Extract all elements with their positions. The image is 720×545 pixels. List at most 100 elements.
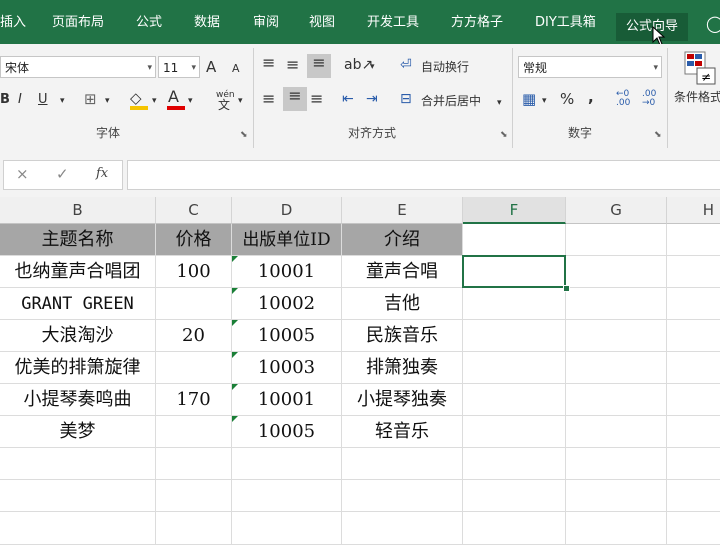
table-cell[interactable]: 美梦 (0, 416, 156, 448)
fill-color-icon[interactable]: ◇ (130, 89, 142, 107)
empty-cell[interactable] (667, 480, 720, 512)
empty-cell[interactable] (566, 224, 667, 256)
table-cell[interactable]: 轻音乐 (342, 416, 463, 448)
empty-cell[interactable] (463, 352, 566, 384)
confirm-icon[interactable]: ✓ (56, 165, 69, 183)
empty-cell[interactable] (463, 448, 566, 480)
empty-cell[interactable] (566, 384, 667, 416)
empty-cell[interactable] (463, 480, 566, 512)
shrink-font-button[interactable]: A (232, 60, 240, 78)
empty-cell[interactable] (566, 320, 667, 352)
tab-fangfang[interactable]: 方方格子 (451, 11, 503, 35)
table-cell[interactable]: 170 (156, 384, 232, 416)
empty-cell[interactable] (566, 448, 667, 480)
fill-handle[interactable] (563, 285, 570, 292)
empty-cell[interactable] (667, 448, 720, 480)
italic-button[interactable]: I (18, 91, 22, 109)
tab-page-layout[interactable]: 页面布局 (52, 11, 104, 35)
empty-cell[interactable] (232, 480, 342, 512)
comma-style-button[interactable]: , (588, 88, 594, 106)
table-cell[interactable]: 吉他 (342, 288, 463, 320)
align-middle-icon[interactable]: ≡ (286, 56, 299, 74)
align-top-icon[interactable]: ≡ (262, 54, 275, 72)
table-cell[interactable]: 民族音乐 (342, 320, 463, 352)
table-cell[interactable]: 大浪淘沙 (0, 320, 156, 352)
align-center-icon[interactable]: ≡ (283, 87, 307, 111)
table-header-cell[interactable]: 介绍 (342, 224, 463, 256)
empty-cell[interactable] (667, 224, 720, 256)
empty-cell[interactable] (156, 512, 232, 545)
chevron-down-icon[interactable]: ▾ (497, 94, 502, 112)
table-cell[interactable]: 10005 (232, 416, 342, 448)
empty-cell[interactable] (463, 512, 566, 545)
column-header-d[interactable]: D (232, 197, 342, 224)
table-cell[interactable] (156, 416, 232, 448)
chevron-down-icon[interactable]: ▾ (188, 92, 193, 110)
table-cell[interactable]: 小提琴独奏 (342, 384, 463, 416)
tab-diy-toolbox[interactable]: DIY工具箱 (535, 11, 596, 35)
table-cell[interactable]: 10002 (232, 288, 342, 320)
empty-cell[interactable] (566, 416, 667, 448)
tab-review[interactable]: 审阅 (253, 11, 279, 35)
table-cell[interactable] (156, 288, 232, 320)
empty-cell[interactable] (667, 384, 720, 416)
empty-cell[interactable] (232, 448, 342, 480)
table-header-cell[interactable]: 价格 (156, 224, 232, 256)
font-color-button[interactable]: A (168, 88, 179, 106)
empty-cell[interactable] (667, 416, 720, 448)
phonetic-guide-button[interactable]: 文 (218, 96, 230, 114)
empty-cell[interactable] (566, 352, 667, 384)
dialog-launcher-icon[interactable]: ⬊ (654, 130, 662, 140)
grow-font-button[interactable]: A (206, 58, 216, 76)
empty-cell[interactable] (566, 512, 667, 545)
empty-cell[interactable] (232, 512, 342, 545)
accounting-format-icon[interactable]: ▦ (522, 90, 536, 108)
insert-function-icon[interactable]: fx (96, 166, 108, 181)
bold-button[interactable]: B (0, 91, 10, 109)
empty-cell[interactable] (342, 512, 463, 545)
percent-style-button[interactable]: % (560, 90, 574, 108)
tab-data[interactable]: 数据 (194, 11, 220, 35)
empty-cell[interactable] (463, 224, 566, 256)
empty-cell[interactable] (0, 480, 156, 512)
empty-cell[interactable] (566, 256, 667, 288)
table-cell[interactable]: 排箫独奏 (342, 352, 463, 384)
column-header-f[interactable]: F (463, 197, 566, 224)
empty-cell[interactable] (566, 480, 667, 512)
chevron-down-icon[interactable]: ▾ (152, 92, 157, 110)
empty-cell[interactable] (667, 352, 720, 384)
tab-view[interactable]: 视图 (309, 11, 335, 35)
empty-cell[interactable] (342, 480, 463, 512)
table-cell[interactable]: 10001 (232, 384, 342, 416)
chevron-down-icon[interactable]: ▾ (238, 92, 243, 110)
empty-cell[interactable] (667, 256, 720, 288)
chevron-down-icon[interactable]: ▾ (60, 92, 65, 110)
table-cell[interactable]: 20 (156, 320, 232, 352)
wrap-text-icon[interactable]: ⏎ (400, 56, 412, 74)
empty-cell[interactable] (0, 448, 156, 480)
empty-cell[interactable] (463, 320, 566, 352)
align-left-icon[interactable]: ≡ (262, 90, 275, 108)
column-header-c[interactable]: C (156, 197, 232, 224)
chevron-down-icon[interactable]: ▾ (105, 92, 110, 110)
chevron-down-icon[interactable]: ▾ (542, 92, 547, 110)
table-cell[interactable]: 童声合唱 (342, 256, 463, 288)
formula-input[interactable] (127, 160, 720, 190)
column-header-e[interactable]: E (342, 197, 463, 224)
dialog-launcher-icon[interactable]: ⬊ (240, 130, 248, 140)
merge-center-icon[interactable]: ⊟ (400, 90, 412, 108)
empty-cell[interactable] (156, 480, 232, 512)
table-cell[interactable]: GRANT GREEN (0, 288, 156, 320)
empty-cell[interactable] (667, 320, 720, 352)
wrap-text-button[interactable]: 自动换行 (421, 58, 469, 75)
table-cell[interactable]: 小提琴奏鸣曲 (0, 384, 156, 416)
table-cell[interactable]: 100 (156, 256, 232, 288)
increase-indent-icon[interactable]: ⇥ (366, 90, 378, 108)
empty-cell[interactable] (463, 416, 566, 448)
table-header-cell[interactable]: 出版单位ID (232, 224, 342, 256)
decrease-decimal-button[interactable]: .00 →0 (642, 90, 664, 108)
tab-insert[interactable]: 插入 (0, 11, 26, 35)
table-cell[interactable]: 10005 (232, 320, 342, 352)
table-cell[interactable]: 优美的排箫旋律 (0, 352, 156, 384)
merge-center-button[interactable]: 合并后居中 (421, 92, 481, 109)
